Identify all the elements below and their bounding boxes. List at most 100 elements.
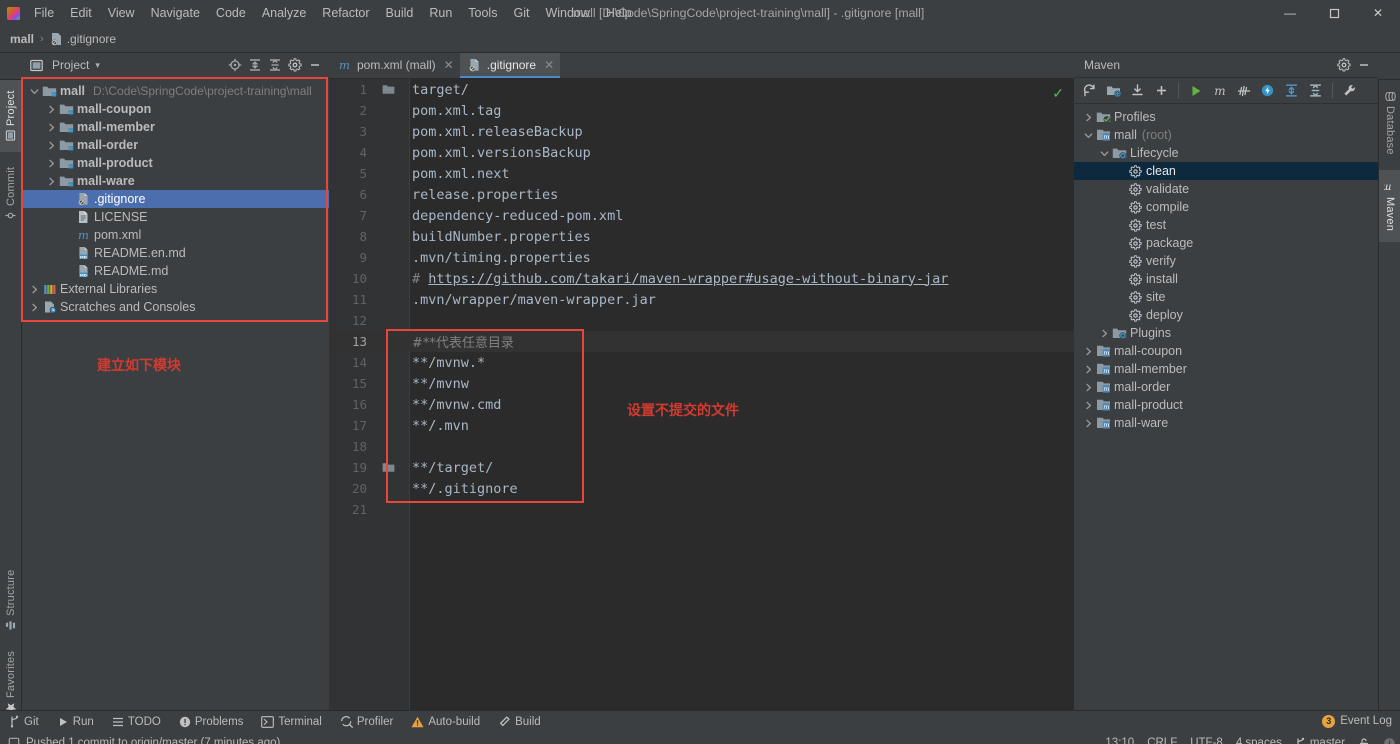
skip-tests-icon[interactable] [1232,80,1255,102]
sidebar-tab-database[interactable]: Database [1379,80,1400,166]
run-icon[interactable] [1184,80,1207,102]
chevron-right-icon[interactable] [1082,113,1095,122]
chevron-right-icon[interactable] [1082,365,1095,374]
code-line[interactable]: 21 [329,499,1074,520]
plus-icon[interactable] [1150,80,1173,102]
code-line[interactable]: 13 #**代表任意目录 [329,331,1074,352]
info-icon[interactable] [1383,737,1396,744]
settings-gear-icon[interactable] [285,55,305,75]
expand-all-icon[interactable] [1280,80,1303,102]
code-line[interactable]: 10 # https://github.com/takari/maven-wrap… [329,268,1074,289]
sidebar-tab-commit[interactable]: Commit [0,158,22,230]
comment-url-link[interactable]: https://github.com/takari/maven-wrapper#… [428,271,948,287]
inspection-status-icon[interactable]: ✓ [1052,85,1064,102]
maven-project-tree[interactable]: Profiles m mall (root) Lifecycle clean validat… [1074,105,1378,710]
hide-panel-icon[interactable] [305,55,325,75]
chevron-down-icon[interactable] [1098,149,1111,158]
sidebar-tab-project[interactable]: Project [0,80,22,152]
menu-file[interactable]: File [26,0,62,26]
project-file-tree[interactable]: mall D:\Code\SpringCode\project-training\… [22,78,329,710]
bottom-tab-build[interactable]: Build [489,711,550,733]
collapse-all-icon[interactable] [265,55,285,75]
tree-row[interactable]: m pom.xml [22,226,329,244]
maven-tree-row[interactable]: m mall-order [1074,378,1378,396]
code-line[interactable]: 4 pom.xml.versionsBackup [329,142,1074,163]
execute-goal-icon[interactable] [1256,80,1279,102]
chevron-right-icon[interactable] [45,123,58,132]
tree-row[interactable]: mall-order [22,136,329,154]
close-button[interactable]: ✕ [1356,0,1400,26]
maven-tree-row[interactable]: m mall (root) [1074,126,1378,144]
chevron-right-icon[interactable] [1098,329,1111,338]
code-line[interactable]: 8 buildNumber.properties [329,226,1074,247]
maven-tree-row[interactable]: m mall-product [1074,396,1378,414]
close-icon[interactable]: ✕ [541,58,554,72]
code-lines[interactable]: 1 target/2 pom.xml.tag 3 pom.xml.releaseBack… [329,79,1074,710]
code-line[interactable]: 1 target/ [329,79,1074,100]
menu-refactor[interactable]: Refactor [314,0,377,26]
indent-setting[interactable]: 4 spaces [1236,737,1282,744]
maven-tree-row[interactable]: clean [1074,162,1378,180]
editor-tab[interactable]: m pom.xml (mall) ✕ [329,53,460,78]
bottom-tab-todo[interactable]: TODO [103,711,170,733]
code-line[interactable]: 19 **/target/ [329,457,1074,478]
tree-row[interactable]: LICENSE [22,208,329,226]
tree-row[interactable]: mall D:\Code\SpringCode\project-training\… [22,82,329,100]
file-encoding[interactable]: UTF-8 [1190,737,1223,744]
sidebar-tab-structure[interactable]: Structure [0,560,22,640]
chevron-right-icon[interactable] [1082,347,1095,356]
locate-icon[interactable] [225,55,245,75]
caret-position[interactable]: 13:10 [1105,737,1134,744]
maven-tree-row[interactable]: install [1074,270,1378,288]
maven-tree-row[interactable]: test [1074,216,1378,234]
line-separator[interactable]: CRLF [1147,737,1177,744]
maven-tree-row[interactable]: site [1074,288,1378,306]
git-branch-widget[interactable]: master [1295,737,1345,744]
chevron-right-icon[interactable] [28,285,41,294]
event-log-button[interactable]: 3 Event Log [1322,710,1392,732]
code-line[interactable]: 20 **/.gitignore [329,478,1074,499]
bottom-tab-profiler[interactable]: Profiler [331,711,402,733]
tree-row[interactable]: mall-product [22,154,329,172]
breadcrumb-file[interactable]: .gitignore [47,26,119,53]
chevron-right-icon[interactable] [45,177,58,186]
menu-code[interactable]: Code [208,0,254,26]
download-sources-icon[interactable] [1126,80,1149,102]
tree-row[interactable]: mall-member [22,118,329,136]
expand-all-icon[interactable] [245,55,265,75]
code-line[interactable]: 18 [329,436,1074,457]
tree-row[interactable]: mall-ware [22,172,329,190]
maven-tree-row[interactable]: verify [1074,252,1378,270]
tree-row[interactable]: External Libraries [22,280,329,298]
lock-icon[interactable] [1358,737,1370,744]
code-line[interactable]: 14 **/mvnw.* [329,352,1074,373]
minimize-button[interactable]: — [1268,0,1312,26]
chevron-down-icon[interactable] [1082,131,1095,140]
bottom-tab-run[interactable]: Run [48,711,103,733]
sidebar-tab-maven[interactable]: m Maven [1379,170,1400,242]
tree-row[interactable]: mall-coupon [22,100,329,118]
menu-tools[interactable]: Tools [460,0,505,26]
add-maven-project-icon[interactable] [1102,80,1125,102]
chevron-right-icon[interactable] [1082,419,1095,428]
chevron-down-icon[interactable]: ▾ [89,60,100,71]
chevron-right-icon[interactable] [45,105,58,114]
menu-edit[interactable]: Edit [62,0,100,26]
tree-row[interactable]: .gitignore [22,190,329,208]
tree-row[interactable]: MD README.md [22,262,329,280]
maven-tree-row[interactable]: deploy [1074,306,1378,324]
maven-tree-row[interactable]: m mall-member [1074,360,1378,378]
collapse-all-icon[interactable] [1304,80,1327,102]
bottom-tab-git[interactable]: Git [0,711,48,733]
maven-tree-row[interactable]: Lifecycle [1074,144,1378,162]
chevron-right-icon[interactable] [28,303,41,312]
chevron-down-icon[interactable] [28,87,41,96]
maven-tree-row[interactable]: package [1074,234,1378,252]
maximize-button[interactable] [1312,0,1356,26]
editor-tab[interactable]: .gitignore ✕ [459,53,561,78]
menu-analyze[interactable]: Analyze [254,0,314,26]
code-line[interactable]: 11 .mvn/wrapper/maven-wrapper.jar [329,289,1074,310]
chevron-right-icon[interactable] [1082,383,1095,392]
code-line[interactable]: 2 pom.xml.tag [329,100,1074,121]
code-line[interactable]: 9 .mvn/timing.properties [329,247,1074,268]
